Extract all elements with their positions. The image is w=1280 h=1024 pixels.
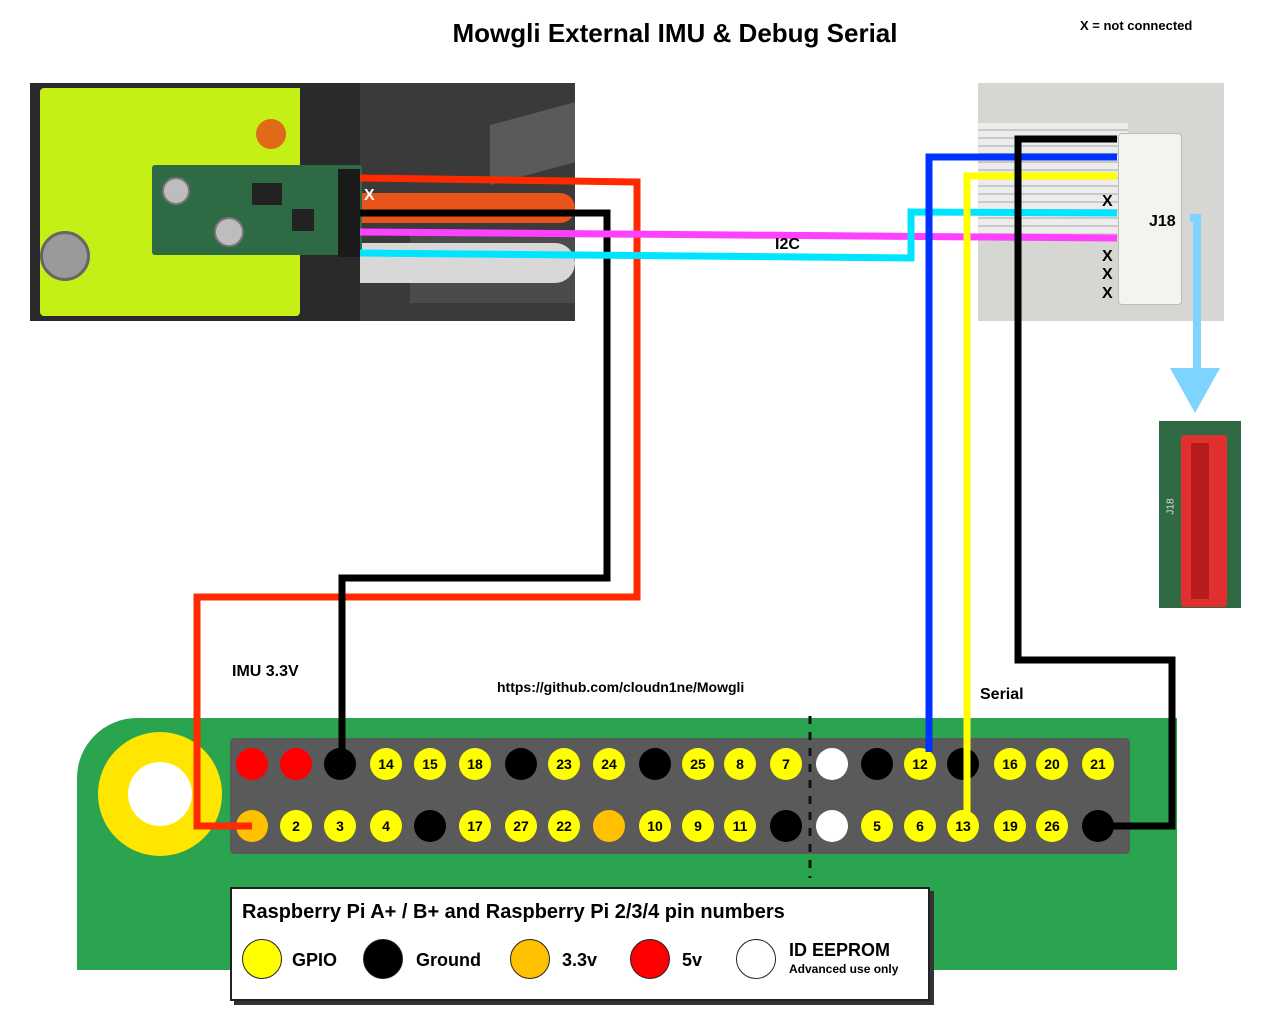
legend-label-5v: 5v bbox=[682, 950, 703, 970]
legend-swatch-ground bbox=[363, 939, 403, 979]
serial-rx-wire bbox=[963, 172, 1117, 816]
legend-swatch-eeprom bbox=[736, 939, 776, 979]
imu-power-wire bbox=[193, 174, 641, 830]
legend-label-gpio: GPIO bbox=[292, 950, 338, 970]
pin-legend: Raspberry Pi A+ / B+ and Raspberry Pi 2/… bbox=[230, 887, 930, 1001]
arrow-down-icon bbox=[1170, 368, 1220, 413]
j18-nc-marker: X bbox=[1102, 248, 1113, 265]
serial-label: Serial bbox=[980, 686, 1024, 703]
i2c-label: I2C bbox=[775, 236, 800, 253]
serial-ground-wire bbox=[1014, 135, 1176, 830]
wiring-layer bbox=[193, 135, 1220, 830]
j18-label: J18 bbox=[1149, 213, 1176, 230]
j18-nc-marker: X bbox=[1102, 266, 1113, 283]
legend-swatch-gpio bbox=[242, 939, 282, 979]
legend-swatch-3v3 bbox=[510, 939, 550, 979]
legend-label-3v3: 3.3v bbox=[562, 950, 598, 970]
legend-label-eeprom: ID EEPROM bbox=[789, 940, 891, 960]
j18-nc-marker: X bbox=[1102, 285, 1113, 302]
legend-note-eeprom: Advanced use only bbox=[789, 962, 899, 976]
i2c-sda-wire bbox=[359, 228, 1118, 242]
legend-title: Raspberry Pi A+ / B+ and Raspberry Pi 2/… bbox=[242, 901, 785, 923]
imu-power-label: IMU 3.3V bbox=[232, 663, 299, 680]
j18-nc-marker: X bbox=[1102, 193, 1113, 210]
legend-label-ground: Ground bbox=[416, 950, 481, 970]
imu-nc-marker: X bbox=[364, 187, 375, 204]
legend-swatch-5v bbox=[630, 939, 670, 979]
repo-url[interactable]: https://github.com/cloudn1ne/Mowgli bbox=[497, 679, 744, 695]
arrow-shaft bbox=[1190, 214, 1201, 370]
